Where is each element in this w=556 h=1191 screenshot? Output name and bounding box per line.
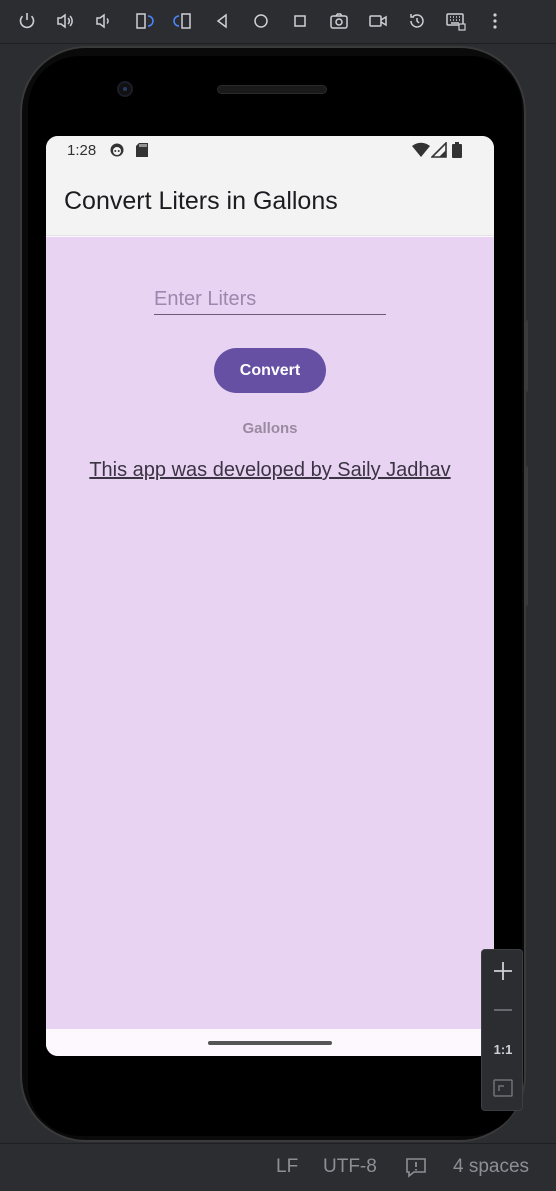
- emulator-toolbar: [0, 0, 556, 44]
- android-status-bar: 1:28: [46, 136, 494, 164]
- earpiece-speaker: [217, 85, 327, 94]
- volume-up-icon[interactable]: [52, 8, 78, 34]
- zoom-out-button[interactable]: [482, 991, 524, 1029]
- main-content: Convert Gallons This app was developed b…: [46, 237, 494, 1029]
- home-icon[interactable]: [248, 8, 274, 34]
- encoding-indicator[interactable]: UTF-8: [323, 1156, 377, 1178]
- convert-button[interactable]: Convert: [214, 348, 326, 393]
- screen-record-icon[interactable]: [365, 8, 391, 34]
- front-camera: [117, 81, 133, 97]
- zoom-1to1-label: 1:1: [493, 1041, 513, 1057]
- developer-credit: This app was developed by Saily Jadhav: [89, 459, 451, 481]
- volume-down-icon[interactable]: [90, 8, 116, 34]
- app-title: Convert Liters in Gallons: [64, 187, 338, 215]
- keyboard-icon[interactable]: [443, 8, 469, 34]
- power-icon[interactable]: [14, 8, 40, 34]
- rotate-left-icon[interactable]: [131, 8, 157, 34]
- notifications-icon[interactable]: [405, 1156, 427, 1184]
- liters-input[interactable]: [154, 285, 386, 315]
- zoom-fit-button[interactable]: [482, 1069, 524, 1107]
- more-icon[interactable]: [482, 8, 508, 34]
- overview-icon[interactable]: [287, 8, 313, 34]
- indent-indicator[interactable]: 4 spaces: [453, 1156, 529, 1178]
- gesture-nav-bar: [46, 1029, 494, 1056]
- snapshot-icon[interactable]: [404, 8, 430, 34]
- volume-rocker: [524, 320, 528, 392]
- zoom-in-button[interactable]: [482, 952, 524, 990]
- ide-status-bar: LF UTF-8 4 spaces: [0, 1143, 556, 1191]
- power-key: [524, 466, 528, 606]
- android-debug-icon: [109, 142, 125, 163]
- status-time: 1:28: [67, 142, 97, 159]
- plus-icon: [494, 962, 512, 980]
- signal-icon: [430, 141, 447, 163]
- home-gesture-handle[interactable]: [208, 1041, 332, 1045]
- battery-icon: [452, 142, 462, 163]
- line-ending-indicator[interactable]: LF: [276, 1156, 298, 1178]
- rotate-right-icon[interactable]: [170, 8, 196, 34]
- zoom-controls: 1:1: [481, 949, 523, 1111]
- wifi-icon: [412, 142, 430, 163]
- app-bar: Convert Liters in Gallons: [46, 164, 494, 236]
- fit-screen-icon: [493, 1079, 513, 1097]
- zoom-actual-size-button[interactable]: 1:1: [482, 1030, 524, 1068]
- back-icon[interactable]: [209, 8, 235, 34]
- minus-icon: [494, 1009, 512, 1011]
- device-screen: 1:28 Convert Liters in Gallons Convert: [46, 136, 494, 1056]
- emulator-window: 1:28 Convert Liters in Gallons Convert: [0, 0, 556, 1191]
- screenshot-icon[interactable]: [326, 8, 352, 34]
- sd-card-icon: [135, 142, 149, 163]
- gallons-result: Gallons: [242, 420, 298, 437]
